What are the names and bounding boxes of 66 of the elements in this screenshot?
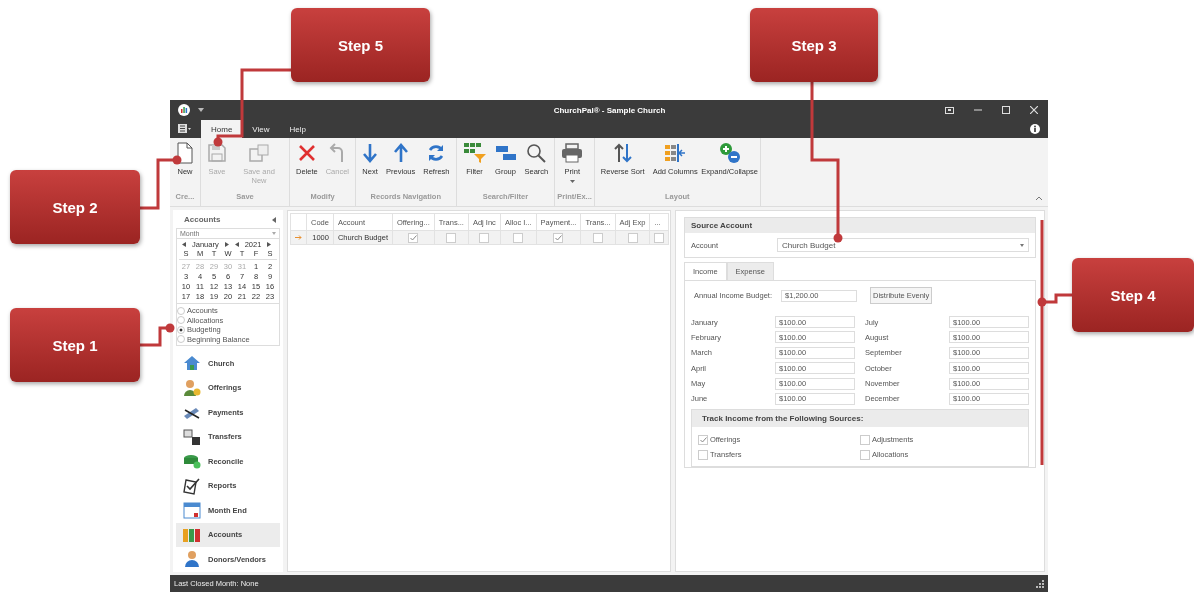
checkbox[interactable] — [860, 434, 870, 445]
ribbon-tab[interactable]: View — [242, 120, 280, 138]
step-callout: Step 5 — [291, 8, 430, 82]
minimize-icon[interactable] — [974, 106, 982, 114]
step-callout: Step 3 — [750, 8, 878, 82]
next-year-icon[interactable] — [267, 242, 272, 247]
checkbox[interactable] — [408, 232, 419, 243]
money-stack-icon — [183, 453, 201, 470]
collapse-ribbon-icon[interactable] — [1036, 196, 1042, 200]
checkbox[interactable] — [698, 449, 708, 460]
ribbon-tab[interactable]: Help — [279, 120, 316, 138]
window-title: ChurchPal® - Sample Church — [552, 105, 667, 115]
account-dropdown[interactable]: Church Budget — [777, 238, 1029, 252]
person-icon — [183, 550, 201, 569]
columns-icon — [664, 143, 687, 163]
plus-minus-icon — [718, 142, 741, 164]
info-icon[interactable] — [1030, 124, 1040, 134]
checkbox[interactable] — [593, 232, 603, 243]
checkbox[interactable] — [654, 232, 665, 243]
app-logo-icon[interactable] — [178, 104, 190, 116]
close-icon[interactable] — [1030, 106, 1038, 114]
leader-line — [140, 323, 175, 347]
radio-button[interactable] — [177, 316, 185, 325]
checkbox[interactable] — [627, 232, 638, 243]
step-callout: Step 2 — [10, 170, 140, 244]
step-callout: Step 4 — [1072, 258, 1194, 332]
radio-button[interactable] — [177, 335, 185, 344]
printer-icon — [561, 143, 584, 163]
checkbox[interactable] — [553, 232, 564, 243]
checkbox[interactable] — [479, 232, 490, 243]
checkbox[interactable] — [513, 232, 524, 243]
radio-button[interactable] — [177, 306, 185, 315]
radio-button[interactable] — [177, 325, 185, 334]
restore-layout-icon[interactable] — [945, 106, 954, 114]
transfer-icon — [183, 427, 201, 446]
sidebar-title: Accounts — [184, 215, 221, 224]
caret-icon — [1020, 243, 1024, 247]
ledger-books-icon — [182, 526, 202, 543]
next-month-icon[interactable] — [224, 242, 229, 247]
checkbox[interactable] — [446, 232, 457, 243]
caret-icon[interactable] — [198, 108, 204, 112]
menu-icon[interactable] — [178, 124, 191, 133]
checkbox[interactable] — [860, 449, 870, 460]
step-callout: Step 1 — [10, 308, 140, 382]
previous-year-icon[interactable] — [234, 242, 239, 247]
clipboard-check-icon — [183, 476, 201, 495]
calendar-icon — [183, 501, 201, 520]
collapse-icon[interactable] — [272, 216, 276, 223]
sort-arrows-icon — [612, 143, 633, 163]
group-header: Source Account — [685, 218, 1035, 233]
group-header: Track Income from the Following Sources: — [692, 409, 1028, 427]
checkbox[interactable] — [698, 434, 708, 445]
person-coins-icon — [183, 378, 201, 397]
filter-grid-icon — [462, 142, 487, 164]
save-copy-icon — [248, 143, 270, 163]
church-icon — [183, 355, 201, 372]
maximize-icon[interactable] — [1002, 106, 1010, 114]
previous-month-icon[interactable] — [182, 242, 186, 247]
document-icon — [176, 142, 194, 164]
group-icon — [494, 144, 517, 162]
delete-icon — [296, 143, 317, 163]
resize-grip-icon[interactable] — [1036, 579, 1044, 588]
caret-icon — [569, 179, 575, 183]
up-arrow-icon — [392, 143, 409, 163]
search-icon — [526, 143, 547, 163]
down-arrow-icon — [362, 143, 379, 163]
